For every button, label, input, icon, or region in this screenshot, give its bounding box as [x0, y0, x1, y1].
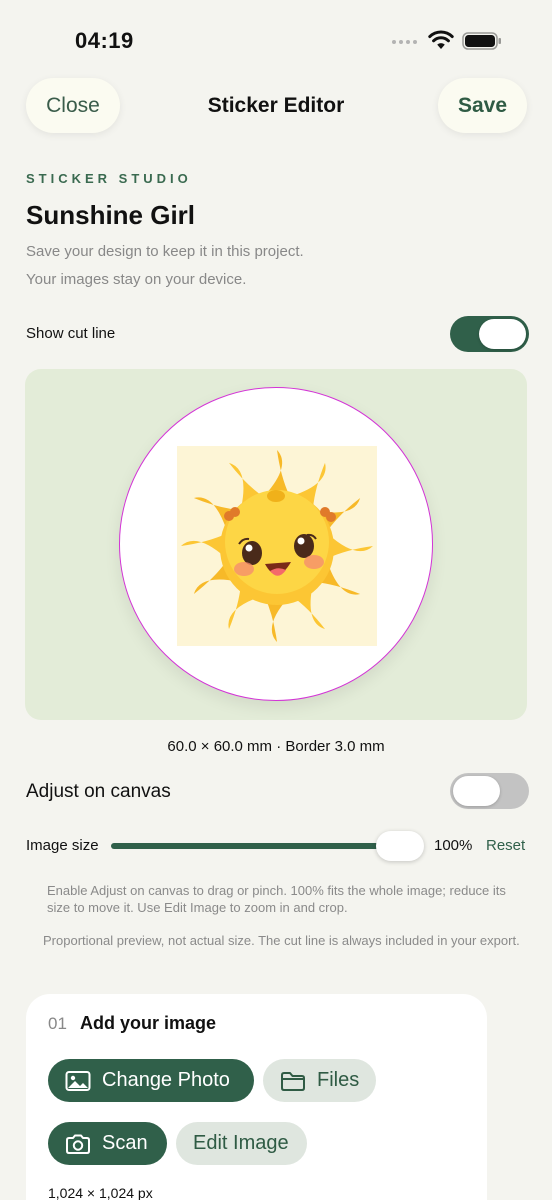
adjust-on-canvas-label: Adjust on canvas — [26, 781, 171, 802]
wifi-icon — [428, 30, 454, 49]
section-eyebrow: STICKER STUDIO — [26, 171, 192, 186]
camera-icon — [66, 1134, 90, 1154]
photo-icon — [65, 1070, 91, 1091]
step-title: Add your image — [80, 1013, 217, 1033]
image-size-slider-thumb[interactable] — [376, 831, 424, 861]
save-hint-text: Save your design to keep it in this proj… — [26, 243, 304, 260]
status-time: 04:19 — [75, 28, 134, 53]
project-title: Sunshine Girl — [26, 200, 196, 230]
step-number: 01 — [48, 1014, 67, 1033]
sticker-image — [177, 446, 377, 646]
cellular-signal-icon — [392, 40, 417, 44]
edit-image-button[interactable]: Edit Image — [176, 1122, 307, 1165]
status-bar: 04:19 — [0, 0, 552, 70]
save-button[interactable]: Save — [438, 78, 527, 133]
change-photo-label: Change Photo — [102, 1069, 230, 1091]
battery-icon — [462, 32, 501, 50]
image-size-value: 100% — [434, 837, 473, 854]
cut-line-toggle[interactable] — [450, 316, 529, 352]
toggle-knob — [479, 319, 526, 349]
sun-character-illustration — [177, 446, 377, 646]
reset-button[interactable]: Reset — [486, 837, 525, 854]
files-button[interactable]: Files — [263, 1059, 376, 1102]
adjust-on-canvas-toggle[interactable] — [450, 773, 529, 809]
sticker-dimensions: 60.0 × 60.0 mm · Border 3.0 mm — [167, 738, 385, 755]
add-image-card: 01 Add your image Change Photo Files Sca… — [26, 994, 487, 1200]
adjust-help-text: Enable Adjust on canvas to drag or pinch… — [47, 883, 506, 915]
image-pixel-size: 1,024 × 1,024 px — [48, 1185, 153, 1200]
sticker-canvas[interactable] — [25, 369, 527, 720]
privacy-hint-text: Your images stay on your device. — [26, 271, 247, 288]
preview-help-text: Proportional preview, not actual size. T… — [43, 933, 520, 948]
scan-button[interactable]: Scan — [48, 1122, 167, 1165]
scan-label: Scan — [102, 1132, 148, 1154]
toggle-knob — [453, 776, 500, 806]
cut-line-label: Show cut line — [26, 325, 116, 342]
image-size-label: Image size — [26, 837, 99, 854]
folder-icon — [281, 1071, 305, 1091]
sticker-cut-line — [119, 387, 433, 701]
files-label: Files — [317, 1069, 360, 1091]
change-photo-button[interactable]: Change Photo — [48, 1059, 254, 1102]
